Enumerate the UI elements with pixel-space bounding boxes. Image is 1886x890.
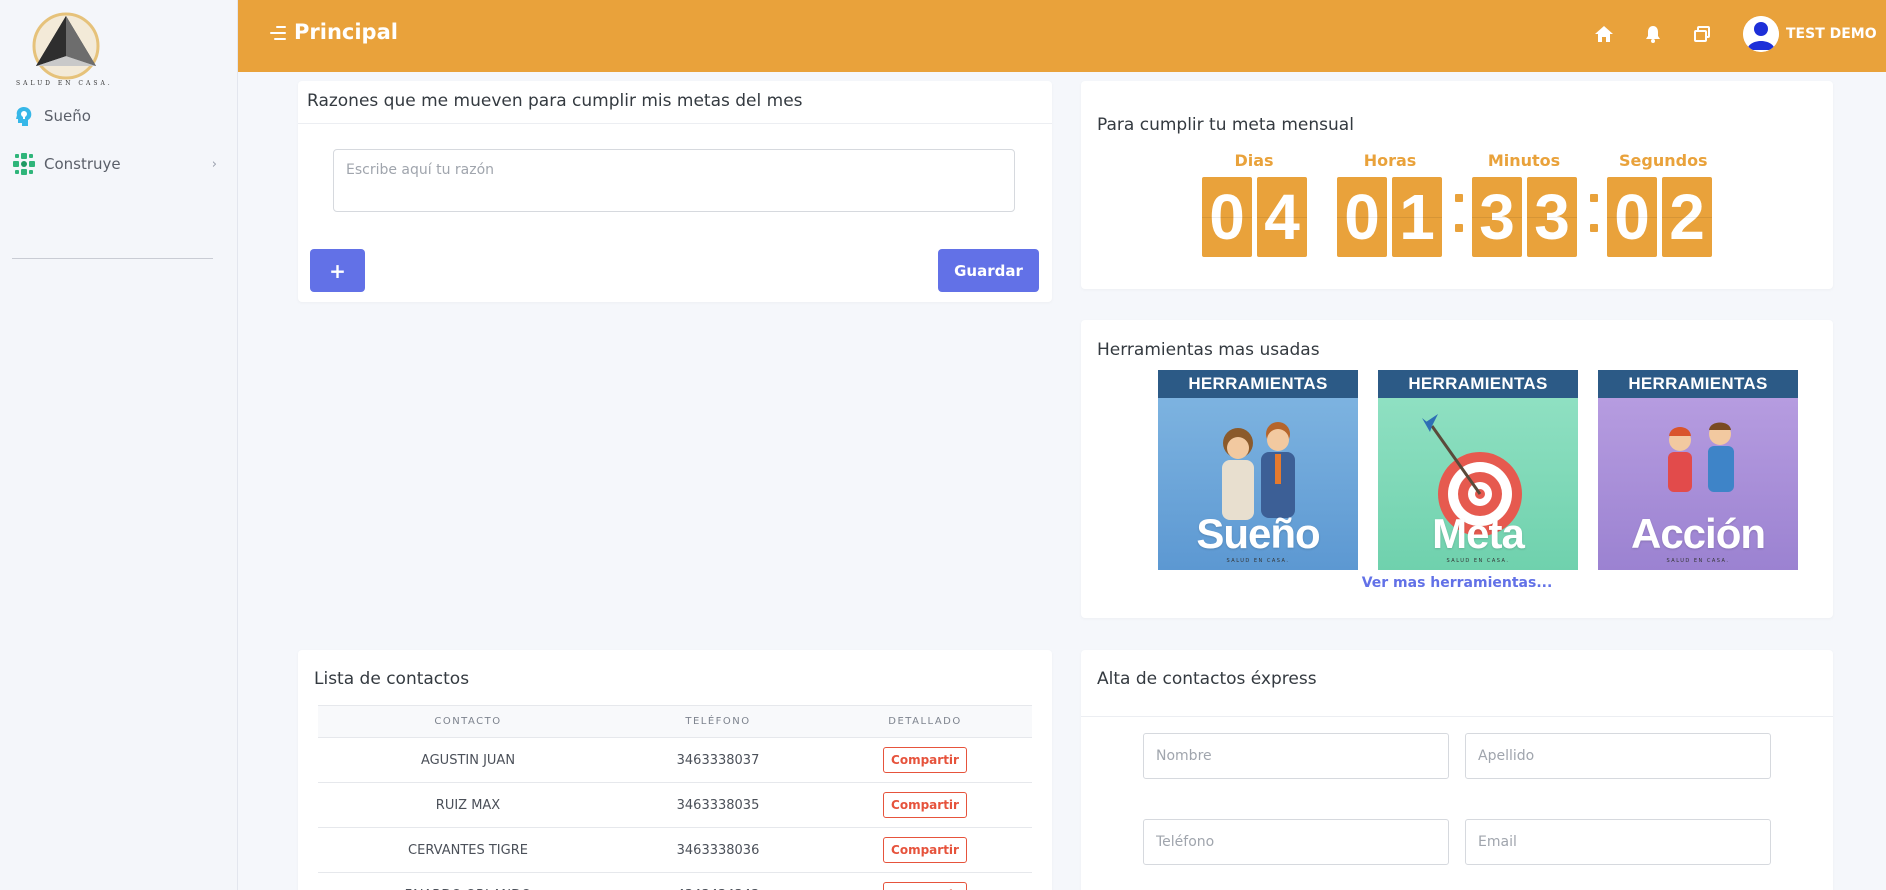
column-header: CONTACTO bbox=[318, 705, 618, 738]
contact-phone: 3463338036 bbox=[618, 827, 818, 873]
contacts-card: Lista de contactos CONTACTO TELÉFONO DET… bbox=[298, 650, 1052, 890]
tool-card-meta[interactable]: HERRAMIENTAS Meta SALUD EN CASA. bbox=[1378, 370, 1578, 570]
page-title: Principal bbox=[294, 20, 398, 44]
seconds-digit-1: 0 bbox=[1607, 177, 1657, 257]
share-button[interactable]: Compartir bbox=[883, 882, 967, 890]
table-header-row: CONTACTO TELÉFONO DETALLADO bbox=[318, 705, 1032, 738]
minutes-label: Minutos bbox=[1487, 151, 1561, 170]
tool-brand: SALUD EN CASA. bbox=[1666, 558, 1730, 564]
avatar[interactable] bbox=[1743, 16, 1779, 52]
minutes-digit-1: 3 bbox=[1472, 177, 1522, 257]
tool-header: HERRAMIENTAS bbox=[1378, 370, 1578, 398]
contact-name: FAJARDO ORLANDO bbox=[318, 872, 618, 890]
first-name-input[interactable] bbox=[1143, 733, 1449, 779]
tool-header: HERRAMIENTAS bbox=[1158, 370, 1358, 398]
contacts-title: Lista de contactos bbox=[314, 669, 470, 689]
minutes-digit-2: 3 bbox=[1527, 177, 1577, 257]
menu-toggle-icon[interactable] bbox=[270, 26, 286, 40]
sidebar-item-sueno[interactable]: Sueño bbox=[12, 104, 217, 128]
contacts-table: CONTACTO TELÉFONO DETALLADO AGUSTIN JUAN… bbox=[318, 705, 1032, 890]
bell-icon[interactable] bbox=[1643, 24, 1663, 44]
express-title: Alta de contactos éxpress bbox=[1097, 669, 1317, 689]
top-header: Principal TEST DEMO bbox=[238, 0, 1886, 72]
tools-card: Herramientas mas usadas HERRAMIENTAS Sue… bbox=[1081, 320, 1833, 618]
share-button[interactable]: Compartir bbox=[883, 792, 967, 818]
hours-digit-1: 0 bbox=[1337, 177, 1387, 257]
table-row: RUIZ MAX 3463338035 Compartir bbox=[318, 782, 1032, 828]
tool-word: Acción bbox=[1630, 510, 1766, 557]
tool-image: Acción SALUD EN CASA. bbox=[1598, 398, 1798, 570]
home-icon[interactable] bbox=[1594, 24, 1614, 44]
card-divider bbox=[298, 123, 1052, 124]
tools-title: Herramientas mas usadas bbox=[1097, 340, 1320, 360]
share-button[interactable]: Compartir bbox=[883, 747, 967, 773]
card-divider bbox=[1081, 716, 1833, 717]
table-row: AGUSTIN JUAN 3463338037 Compartir bbox=[318, 737, 1032, 783]
table-row: CERVANTES TIGRE 3463338036 Compartir bbox=[318, 827, 1032, 873]
days-label: Dias bbox=[1234, 151, 1274, 170]
logo-text: SALUD EN CASA. bbox=[16, 80, 113, 87]
chevron-right-icon: › bbox=[211, 156, 217, 172]
time-separator bbox=[1455, 194, 1463, 254]
sidebar: SALUD EN CASA. Sueño Construye › bbox=[0, 0, 238, 890]
user-name[interactable]: TEST DEMO bbox=[1786, 26, 1877, 42]
tool-header: HERRAMIENTAS bbox=[1598, 370, 1798, 398]
tool-card-sueno[interactable]: HERRAMIENTAS Sueño SALUD EN CASA. bbox=[1158, 370, 1358, 570]
contact-name: RUIZ MAX bbox=[318, 782, 618, 828]
days-digit-1: 0 bbox=[1202, 177, 1252, 257]
table-row: FAJARDO ORLANDO 4343434343 Compartir bbox=[318, 872, 1032, 890]
tool-brand: SALUD EN CASA. bbox=[1226, 558, 1290, 564]
countdown-card: Para cumplir tu meta mensual Dias 0 4 Ho… bbox=[1081, 81, 1833, 289]
hours-digit-2: 1 bbox=[1392, 177, 1442, 257]
lightbulb-head-icon bbox=[12, 104, 36, 128]
contact-name: CERVANTES TIGRE bbox=[318, 827, 618, 873]
tool-word: Meta bbox=[1432, 510, 1525, 557]
tool-word: Sueño bbox=[1196, 510, 1320, 557]
network-cubes-icon bbox=[12, 152, 36, 176]
sidebar-item-label: Sueño bbox=[44, 107, 91, 125]
countdown-title: Para cumplir tu meta mensual bbox=[1097, 115, 1354, 135]
seconds-digit-2: 2 bbox=[1662, 177, 1712, 257]
add-reason-button[interactable]: + bbox=[310, 249, 365, 292]
share-button[interactable]: Compartir bbox=[883, 837, 967, 863]
column-header: DETALLADO bbox=[818, 705, 1032, 738]
sidebar-item-construye[interactable]: Construye › bbox=[12, 152, 217, 176]
phone-input[interactable] bbox=[1143, 819, 1449, 865]
contact-phone: 4343434343 bbox=[618, 872, 818, 890]
contact-phone: 3463338035 bbox=[618, 782, 818, 828]
column-header: TELÉFONO bbox=[618, 705, 818, 738]
email-input[interactable] bbox=[1465, 819, 1771, 865]
contact-phone: 3463338037 bbox=[618, 737, 818, 783]
express-contact-card: Alta de contactos éxpress bbox=[1081, 650, 1833, 890]
tool-brand: SALUD EN CASA. bbox=[1446, 558, 1510, 564]
seconds-label: Segundos bbox=[1619, 151, 1708, 170]
logo[interactable] bbox=[14, 6, 114, 90]
sidebar-item-label: Construye bbox=[44, 155, 121, 173]
reasons-title: Razones que me mueven para cumplir mis m… bbox=[307, 91, 803, 111]
days-digit-2: 4 bbox=[1257, 177, 1307, 257]
reasons-card: Razones que me mueven para cumplir mis m… bbox=[298, 81, 1052, 302]
tool-image: Meta SALUD EN CASA. bbox=[1378, 398, 1578, 570]
reason-textarea[interactable] bbox=[333, 149, 1015, 212]
copy-windows-icon[interactable] bbox=[1692, 24, 1712, 44]
tool-image: Sueño SALUD EN CASA. bbox=[1158, 398, 1358, 570]
time-separator bbox=[1590, 194, 1598, 254]
save-reason-button[interactable]: Guardar bbox=[938, 249, 1039, 292]
hours-label: Horas bbox=[1363, 151, 1417, 170]
contact-name: AGUSTIN JUAN bbox=[318, 737, 618, 783]
tool-card-accion[interactable]: HERRAMIENTAS Acción SALUD EN CASA. bbox=[1598, 370, 1798, 570]
last-name-input[interactable] bbox=[1465, 733, 1771, 779]
more-tools-link[interactable]: Ver mas herramientas... bbox=[1081, 575, 1833, 591]
sidebar-divider bbox=[12, 258, 213, 259]
